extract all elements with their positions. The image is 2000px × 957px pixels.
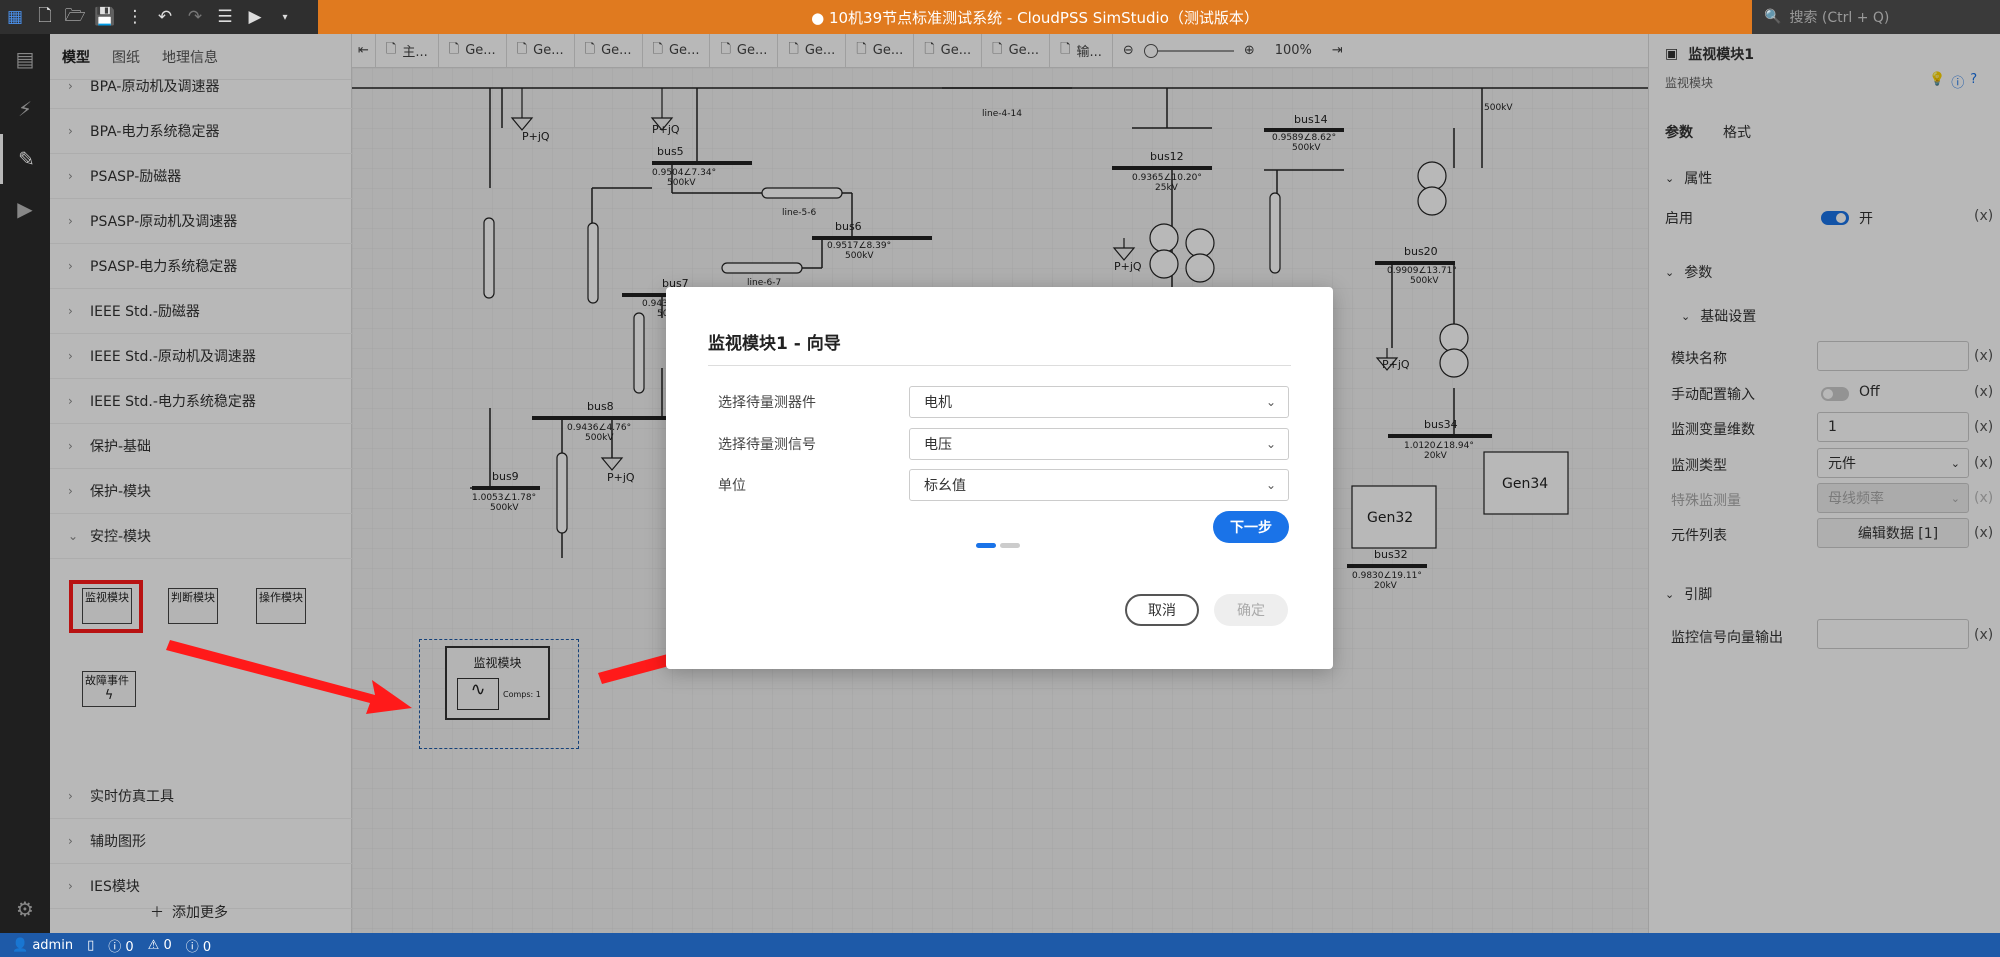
step-indicator-active [976, 543, 996, 548]
cancel-button[interactable]: 取消 [1125, 594, 1199, 626]
dialog-title: 监视模块1 - 向导 [708, 334, 841, 354]
wizard-dialog: 监视模块1 - 向导 选择待量测器件 电机 ⌄ 选择待量测信号 电压 ⌄ 单位 标幺… [666, 287, 1333, 669]
unit-label: 单位 [718, 478, 746, 494]
device-label: 选择待量测器件 [718, 395, 816, 411]
next-button[interactable]: 下一步 [1213, 511, 1289, 543]
confirm-button: 确定 [1214, 594, 1288, 626]
step-indicator [1000, 543, 1020, 548]
chevron-down-icon: ⌄ [1265, 478, 1276, 492]
chevron-down-icon: ⌄ [1265, 437, 1276, 451]
divider [708, 365, 1291, 366]
chevron-down-icon: ⌄ [1265, 395, 1276, 409]
signal-label: 选择待量测信号 [718, 437, 816, 453]
unit-select[interactable]: 标幺值 ⌄ [909, 469, 1289, 501]
arrow-annotation [166, 640, 412, 714]
signal-select[interactable]: 电压 ⌄ [909, 428, 1289, 460]
device-select[interactable]: 电机 ⌄ [909, 386, 1289, 418]
